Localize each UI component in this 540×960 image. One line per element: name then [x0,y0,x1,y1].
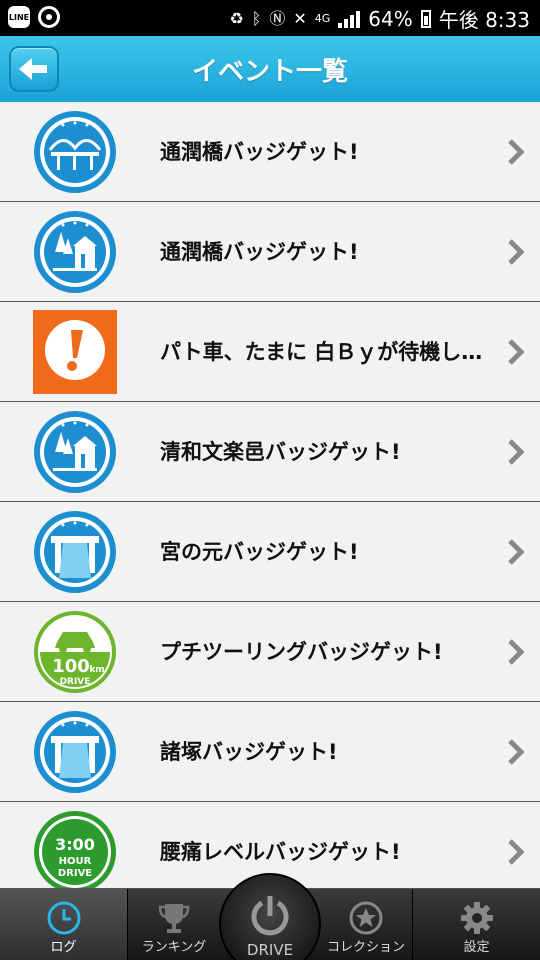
line-icon-label: LINE [8,12,30,22]
event-row[interactable]: パト車、たまに 白Ｂｙが待機し… [0,302,540,402]
chevron-right-icon [508,139,525,165]
trophy-icon [158,904,190,933]
badge-hour-drive-text: DRIVE [58,868,92,879]
tab-ranking-label: ランキング [141,940,207,955]
chevron-right-icon [508,639,525,665]
tab-collection-label: コレクション [326,940,405,955]
gear-icon [460,902,493,934]
battery-icon [420,9,431,28]
event-list[interactable]: 通潤橋バッジゲット! 通潤橋バッジゲット! パト車、たまに 白Ｂｙが待機し… 清… [0,102,540,888]
badge-time-text: 3:00 [55,835,95,854]
badge-hour-text: HOUR [59,856,92,867]
clock: 午後 8:33 [438,8,530,32]
event-label: 諸塚バッジゲット! [160,740,338,764]
3hour-drive-badge-icon: 3:00 HOUR DRIVE [34,811,116,888]
line-app-icon: LINE [8,6,30,28]
event-label: 宮の元バッジゲット! [160,540,359,564]
chevron-right-icon [508,339,525,365]
road-badge-icon [34,511,116,593]
network-type: 4G [314,12,331,25]
signal-icon [338,10,361,28]
100km-drive-badge-icon: 100 km DRIVE [34,611,116,693]
road-badge-icon [34,711,116,793]
n-mark-icon: Ⓝ [269,8,286,28]
event-row[interactable]: 諸塚バッジゲット! [0,702,540,802]
chevron-right-icon [508,839,525,865]
badge-100-text: 100 [52,656,90,677]
event-row[interactable]: 宮の元バッジゲット! [0,502,540,602]
tab-settings[interactable]: 設定 [413,889,540,960]
event-label: 通潤橋バッジゲット! [160,140,359,164]
event-label: 清和文楽邑バッジゲット! [160,440,401,464]
notification-circle-icon [38,6,60,28]
event-label: 腰痛レベルバッジゲット! [160,840,401,864]
status-bar: LINE ♻ ᛒ Ⓝ ✕ 4G 64% 午後 8:33 [0,0,540,36]
bluetooth-icon: ᛒ [251,8,262,28]
power-icon [251,896,289,936]
star-circle-icon [349,901,383,935]
tab-ranking[interactable]: ランキング [128,889,220,960]
mute-icon: ✕ [293,8,307,28]
badge-km-text: km [89,665,104,675]
event-row[interactable]: 通潤橋バッジゲット! [0,202,540,302]
clock-icon [47,901,80,935]
battery-percent: 64% [368,6,413,31]
chevron-right-icon [508,239,525,265]
page-title: イベント一覧 [191,57,348,87]
tab-log[interactable]: ログ [0,889,127,960]
chevron-right-icon [508,539,525,565]
event-label: 通潤橋バッジゲット! [160,240,359,264]
event-label: プチツーリングバッジゲット! [160,640,443,664]
bottom-nav: ログ ランキング DRIVE コレクション 設定 [0,873,540,960]
badge-drive-text: DRIVE [60,677,91,687]
chevron-right-icon [508,439,525,465]
tab-collection[interactable]: コレクション [321,889,411,960]
event-row[interactable]: 通潤橋バッジゲット! [0,102,540,202]
chevron-right-icon [508,739,525,765]
building-badge-icon [34,411,116,493]
bridge-badge-icon [34,111,116,193]
tab-settings-label: 設定 [463,940,490,955]
building-badge-icon [34,211,116,293]
event-row[interactable]: 清和文楽邑バッジゲット! [0,402,540,502]
nfc-icon: ♻ [229,8,244,28]
app-header: イベント一覧 [0,36,540,102]
tab-log-label: ログ [50,940,77,955]
warning-exclamation-icon [33,310,117,394]
drive-button-label: DRIVE [246,941,294,959]
event-row[interactable]: 100 km DRIVE プチツーリングバッジゲット! [0,602,540,702]
event-label: パト車、たまに 白Ｂｙが待機し… [160,340,483,364]
